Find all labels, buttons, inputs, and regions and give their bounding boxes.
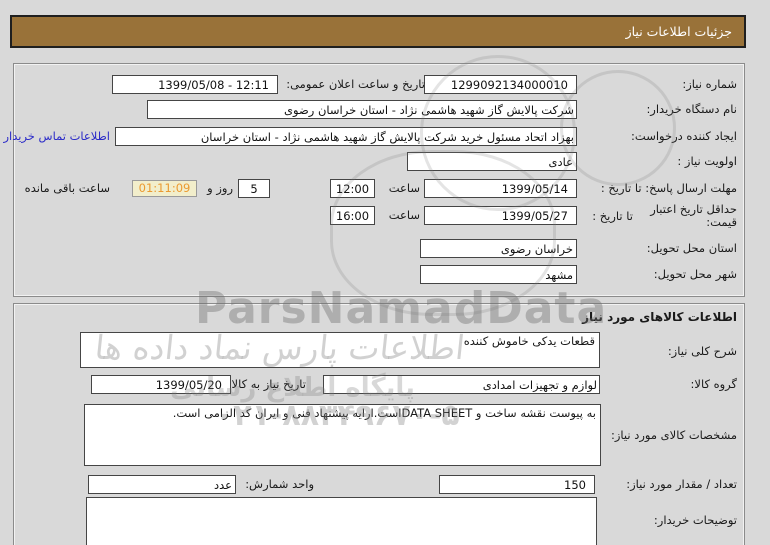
- goods-need-date-input[interactable]: [91, 375, 231, 394]
- price-validity-hour-label: ساعت: [388, 208, 420, 222]
- need-description-label: شرح کلی نیاز:: [667, 344, 737, 358]
- buyer-org-label: نام دستگاه خریدار:: [646, 102, 737, 116]
- need-number-label: شماره نیاز:: [682, 77, 737, 91]
- reply-deadline-hour-label: ساعت: [388, 181, 420, 195]
- days-and-label: روز و: [207, 181, 233, 195]
- price-validity-label: حداقل تاریخ اعتبار قیمت:: [650, 202, 737, 229]
- reply-deadline-time-input[interactable]: [330, 179, 375, 198]
- delivery-province-input[interactable]: [420, 239, 577, 258]
- hours-remaining-label: ساعت باقی مانده: [24, 181, 110, 195]
- request-creator-label: ایجاد کننده درخواست:: [631, 129, 737, 143]
- request-creator-input[interactable]: [115, 127, 577, 146]
- reply-deadline-label: مهلت ارسال پاسخ: تا تاریخ :: [600, 181, 737, 195]
- buyer-notes-label: توضیحات خریدار:: [653, 513, 737, 527]
- price-validity-until-label: تا تاریخ :: [592, 209, 633, 223]
- goods-specs-textarea[interactable]: به پیوست نقشه ساخت و DATA SHEETاست.ارایه…: [84, 404, 601, 466]
- countdown-timer: 01:11:09: [132, 180, 197, 197]
- buyer-org-input[interactable]: [147, 100, 577, 119]
- unit-input[interactable]: [88, 475, 236, 494]
- goods-specs-label: مشخصات کالای مورد نیاز:: [610, 428, 737, 442]
- quantity-label: تعداد / مقدار مورد نیاز:: [626, 477, 737, 491]
- priority-label: اولویت نیاز :: [677, 154, 737, 168]
- priority-input[interactable]: [407, 152, 577, 171]
- buyer-contact-link[interactable]: اطلاعات تماس خریدار: [3, 128, 110, 145]
- goods-section-header: اطلاعات کالاهای مورد نیاز: [582, 310, 737, 324]
- reply-deadline-date-input[interactable]: [424, 179, 577, 198]
- page-title: جزئیات اطلاعات نیاز: [625, 24, 732, 39]
- delivery-province-label: استان محل تحویل:: [646, 241, 737, 255]
- goods-need-date-label: تاریخ نیاز به کالا:: [227, 377, 306, 391]
- remaining-days-input[interactable]: [238, 179, 270, 198]
- price-validity-time-input[interactable]: [330, 206, 375, 225]
- buyer-notes-textarea[interactable]: [86, 497, 597, 545]
- goods-group-label: گروه کالا:: [690, 377, 737, 391]
- need-details-page: جزئیات اطلاعات نیاز شماره نیاز: تاریخ و …: [0, 0, 770, 545]
- price-validity-date-input[interactable]: [424, 206, 577, 225]
- delivery-city-label: شهر محل تحویل:: [653, 267, 737, 281]
- need-description-textarea[interactable]: قطعات یدکی خاموش کننده: [80, 332, 600, 368]
- title-bar: جزئیات اطلاعات نیاز: [10, 15, 746, 48]
- quantity-input[interactable]: [439, 475, 595, 494]
- unit-label: واحد شمارش:: [245, 477, 314, 491]
- goods-group-input[interactable]: [323, 375, 600, 394]
- delivery-city-input[interactable]: [420, 265, 577, 284]
- need-number-input[interactable]: [424, 75, 577, 94]
- announce-datetime-label: تاریخ و ساعت اعلان عمومی:: [286, 77, 425, 91]
- announce-datetime-input[interactable]: [112, 75, 278, 94]
